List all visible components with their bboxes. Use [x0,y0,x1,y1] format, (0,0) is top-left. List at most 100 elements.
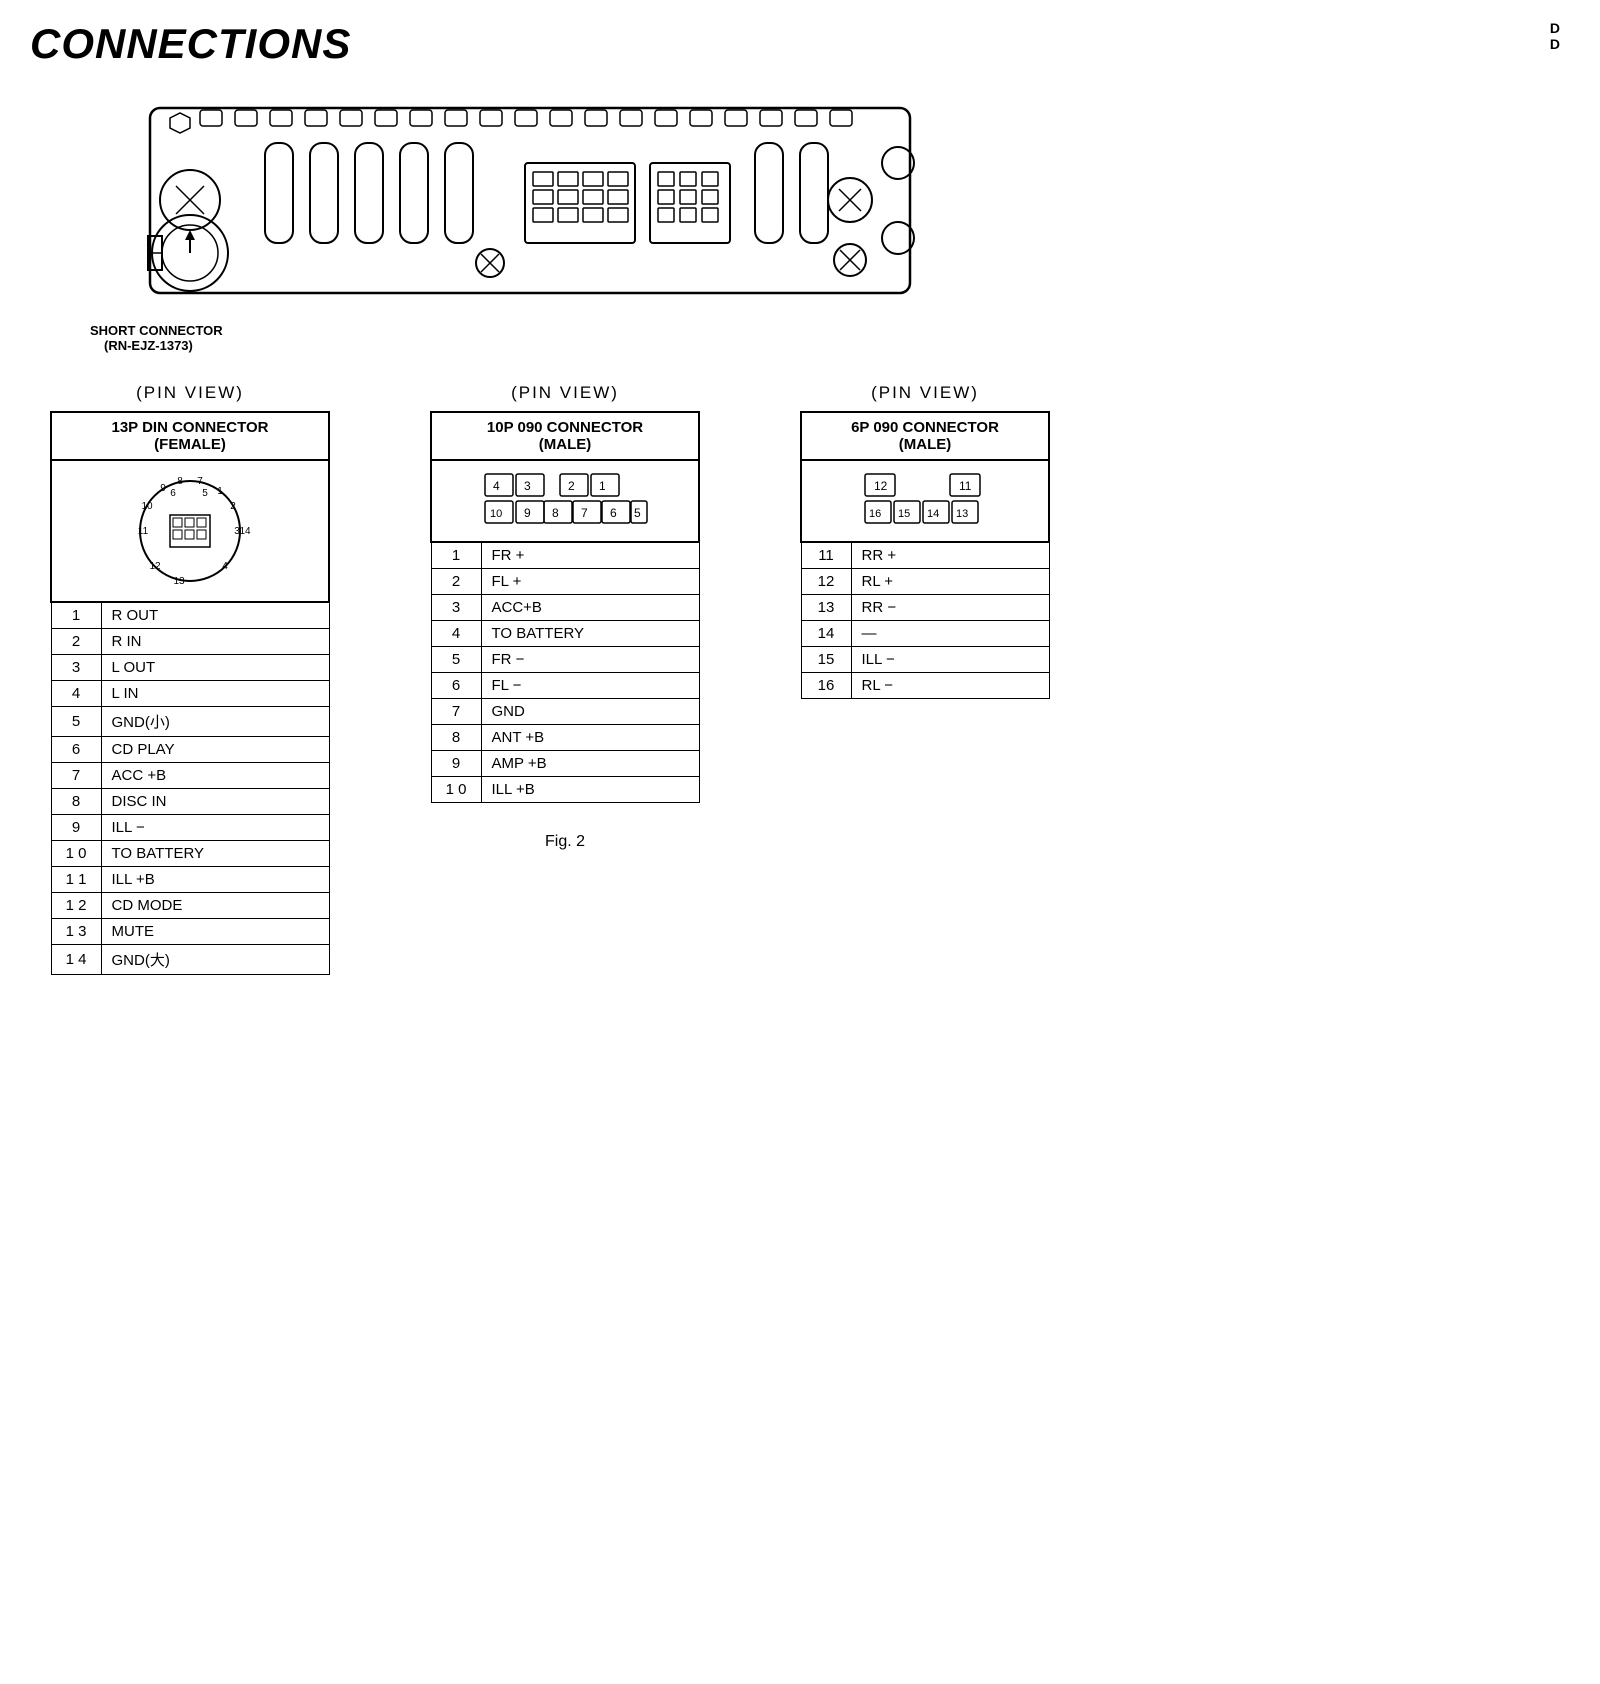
table-row: 3L OUT [51,655,329,681]
pin-label: GND [481,699,699,725]
pin-num: 8 [51,789,101,815]
pin-label: GND(小) [101,707,329,737]
pin-label: ILL +B [481,777,699,803]
svg-text:2: 2 [568,479,575,493]
pin-label: RR − [851,595,1049,621]
svg-text:8: 8 [552,506,559,520]
pin-num: 1 0 [431,777,481,803]
pin-label: ANT +B [481,725,699,751]
svg-text:10: 10 [141,501,153,512]
table-row: 1 0ILL +B [431,777,699,803]
pin-label: TO BATTERY [481,621,699,647]
short-connector-part: (RN-EJZ-1373) [104,338,1570,353]
svg-text:6: 6 [170,488,176,499]
pin-num: 15 [801,647,851,673]
svg-text:4: 4 [493,479,500,493]
pin-label: DISC IN [101,789,329,815]
pin-label: — [851,621,1049,647]
table-row: 11RR + [801,542,1049,569]
svg-text:2: 2 [230,501,236,512]
pin-num: 2 [431,569,481,595]
pin-num: 7 [51,763,101,789]
svg-text:5: 5 [634,506,641,520]
pin-label: R IN [101,629,329,655]
table-row: 1 3MUTE [51,919,329,945]
svg-text:13: 13 [956,508,968,520]
table-row: 13RR − [801,595,1049,621]
page-title: CONNECTIONS [30,20,1570,68]
table-row: 1R OUT [51,602,329,629]
pin-label: ILL − [851,647,1049,673]
table-row: 1FR + [431,542,699,569]
connector3-table: 6P 090 CONNECTOR (MALE) 12 [800,411,1050,699]
svg-text:3: 3 [524,479,531,493]
svg-text:1: 1 [217,486,223,497]
svg-text:6: 6 [610,506,617,520]
svg-text:9: 9 [160,483,166,494]
connector2-block: (PIN VIEW) 10P 090 CONNECTOR (MALE) [430,383,700,851]
table-row: 6CD PLAY [51,737,329,763]
pin-label: ILL − [101,815,329,841]
table-row: 9AMP +B [431,751,699,777]
pin-label: AMP +B [481,751,699,777]
pin-label: CD PLAY [101,737,329,763]
table-row: 15ILL − [801,647,1049,673]
connector2-table: 10P 090 CONNECTOR (MALE) 4 3 [430,411,700,803]
pin-label: RL − [851,673,1049,699]
pin-num: 1 [51,602,101,629]
pin-label: RL + [851,569,1049,595]
table-row: 7GND [431,699,699,725]
table-row: 12RL + [801,569,1049,595]
connector2-pin-diagram: 4 3 2 1 10 9 [480,469,650,529]
svg-text:12: 12 [874,479,888,493]
table-row: 1 1ILL +B [51,867,329,893]
pin-num: 1 1 [51,867,101,893]
table-row: 16RL − [801,673,1049,699]
pin-num: 3 [431,595,481,621]
svg-text:8: 8 [177,476,183,487]
table-row: 6FL − [431,673,699,699]
pin-label: TO BATTERY [101,841,329,867]
connector2-header: 10P 090 CONNECTOR (MALE) [431,412,699,460]
connector1-table: 13P DIN CONNECTOR (FEMALE) [50,411,330,975]
svg-text:1: 1 [599,479,606,493]
pin-num: 4 [51,681,101,707]
pin-num: 1 0 [51,841,101,867]
table-row: 1 2CD MODE [51,893,329,919]
svg-text:9: 9 [524,506,531,520]
table-row: 8DISC IN [51,789,329,815]
pin-label: ACC+B [481,595,699,621]
pin-num: 6 [51,737,101,763]
pin-label: ILL +B [101,867,329,893]
connector3-header: 6P 090 CONNECTOR (MALE) [801,412,1049,460]
pin-label: FR − [481,647,699,673]
table-row: 14— [801,621,1049,647]
pin-label: ACC +B [101,763,329,789]
pin-label: CD MODE [101,893,329,919]
svg-text:11: 11 [959,479,972,493]
svg-text:16: 16 [869,508,881,520]
pin-num: 8 [431,725,481,751]
pin-num: 1 2 [51,893,101,919]
pin-num: 1 3 [51,919,101,945]
table-row: 8ANT +B [431,725,699,751]
connectors-area: (PIN VIEW) 13P DIN CONNECTOR (FEMALE) [30,383,1570,975]
table-row: 3ACC+B [431,595,699,621]
svg-text:10: 10 [490,508,502,520]
svg-text:12: 12 [149,561,161,572]
pin-num: 11 [801,542,851,569]
table-row: 4TO BATTERY [431,621,699,647]
pin-label: MUTE [101,919,329,945]
svg-text:7: 7 [197,476,203,487]
connector3-pin-view: (PIN VIEW) [800,383,1050,403]
table-row: 1 4GND(大) [51,945,329,975]
connector3-pin-diagram: 12 11 16 15 14 13 [855,469,995,529]
pin-num: 5 [431,647,481,673]
pin-num: 9 [431,751,481,777]
device-diagram [90,88,920,318]
table-row: 9ILL − [51,815,329,841]
fig-label: Fig. 2 [430,833,700,851]
connector2-pin-view: (PIN VIEW) [430,383,700,403]
connector1-header: 13P DIN CONNECTOR (FEMALE) [51,412,329,460]
pin-label: R OUT [101,602,329,629]
